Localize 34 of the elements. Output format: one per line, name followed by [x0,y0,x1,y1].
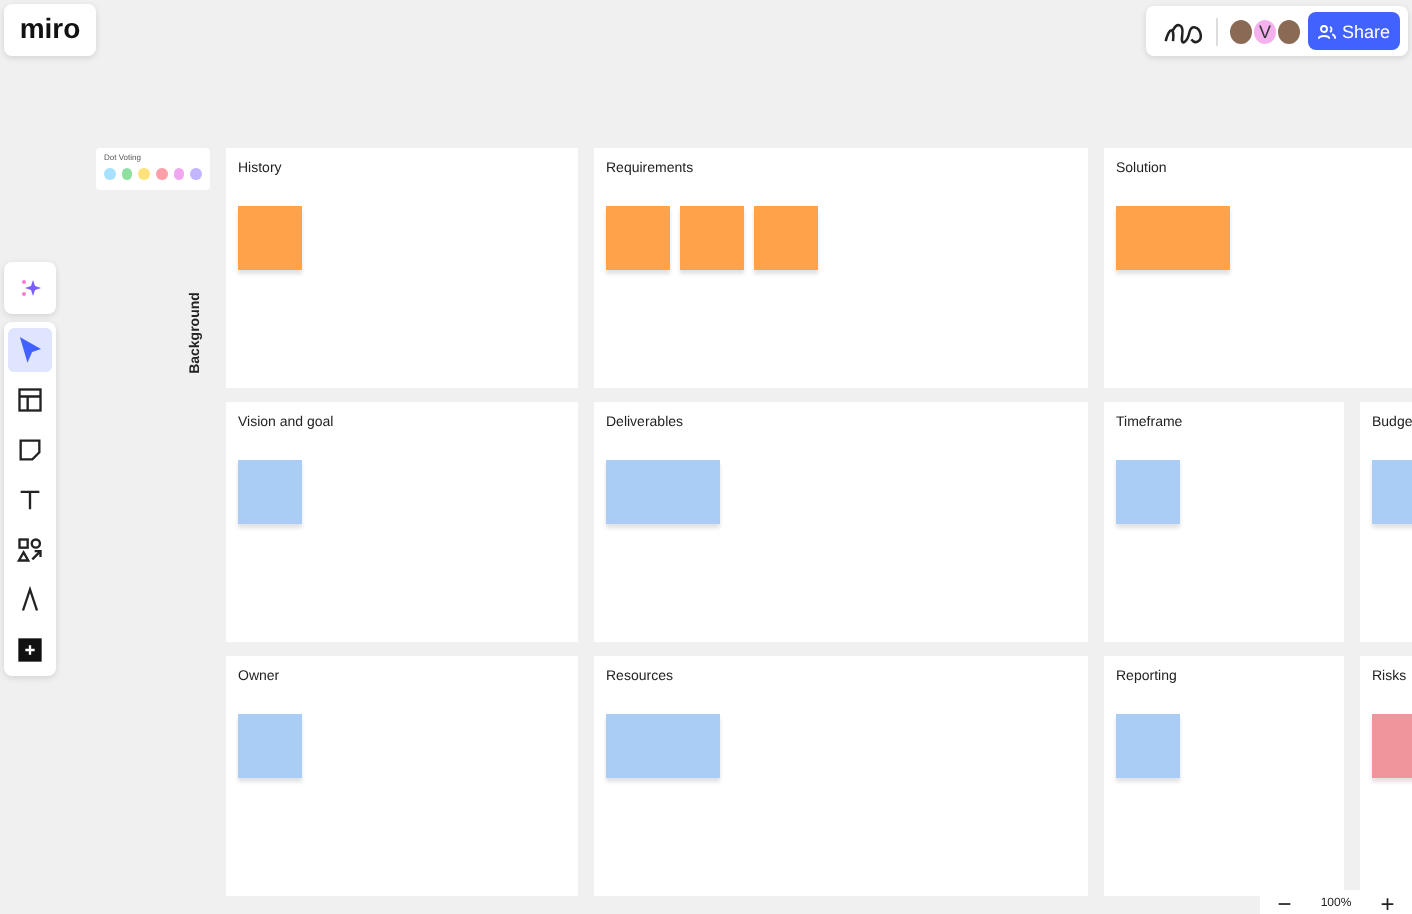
sticky-note[interactable] [238,460,302,524]
sticky-note[interactable] [606,714,720,778]
sticky-note-icon [16,436,44,464]
sparkle-icon [17,276,43,300]
vote-dot[interactable] [104,168,116,180]
vote-dot[interactable] [156,168,168,180]
sticky-note[interactable] [238,206,302,270]
layout-icon [16,386,44,414]
vote-dot[interactable] [190,168,203,180]
sticky-note[interactable] [1116,714,1180,778]
sticky-note[interactable] [680,206,744,270]
avatar[interactable] [1227,17,1254,45]
shapes-icon [16,536,44,564]
zoom-out-button[interactable]: − [1271,892,1298,914]
vote-dot[interactable] [138,168,151,180]
logo[interactable]: miro [4,4,96,56]
avatar[interactable]: V [1251,17,1278,45]
sticky-note[interactable] [238,714,302,778]
sticky-note[interactable] [754,206,818,270]
plus-icon [16,636,44,664]
pen-icon [16,586,44,614]
text-icon [16,486,44,514]
share-button[interactable]: Share [1307,12,1401,50]
avatar[interactable] [1275,17,1302,45]
sticky-note[interactable] [606,460,720,524]
ai-assist-button[interactable] [4,262,56,314]
sticky-note[interactable] [1116,460,1180,524]
vote-dot[interactable] [121,168,133,180]
sticky-note[interactable] [606,206,670,270]
sticky-note[interactable] [1116,206,1230,270]
zoom-in-button[interactable]: + [1374,892,1401,914]
people-icon [1317,23,1336,39]
cursor-icon [16,336,44,364]
vote-dot[interactable] [173,168,185,180]
